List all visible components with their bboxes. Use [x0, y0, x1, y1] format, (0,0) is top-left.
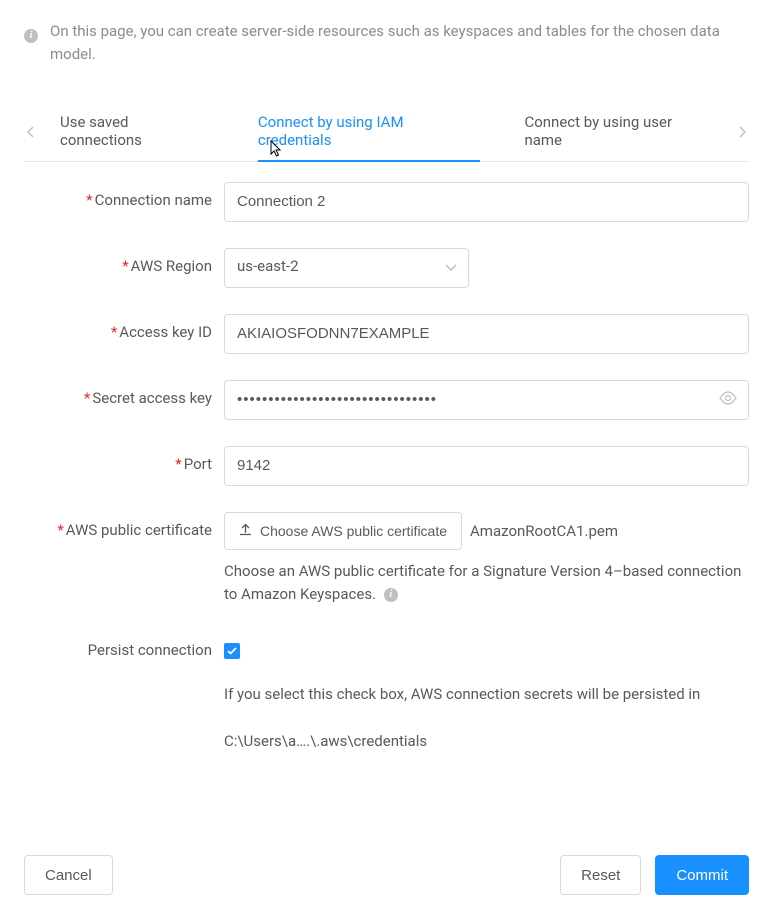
label-port: *Port [24, 446, 212, 473]
tabs-next-icon[interactable] [735, 112, 749, 152]
tabs: Use saved connections Connect by using I… [24, 103, 749, 162]
row-port: *Port [24, 446, 749, 486]
choose-certificate-button[interactable]: Choose AWS public certificate [224, 512, 462, 550]
page-info: i On this page, you can create server-si… [24, 20, 749, 67]
certificate-filename: AmazonRootCA1.pem [470, 522, 618, 540]
tabs-prev-icon[interactable] [24, 112, 38, 152]
label-secret-access-key: *Secret access key [24, 380, 212, 407]
access-key-id-input[interactable] [224, 314, 749, 354]
label-aws-public-certificate: *AWS public certificate [24, 512, 212, 539]
page-info-text: On this page, you can create server-side… [50, 20, 749, 67]
row-persist-connection: Persist connection If you select this ch… [24, 632, 749, 754]
secret-access-key-input[interactable] [224, 380, 749, 420]
row-connection-name: *Connection name [24, 182, 749, 222]
label-access-key-id: *Access key ID [24, 314, 212, 341]
connection-name-input[interactable] [224, 182, 749, 222]
reset-button[interactable]: Reset [560, 855, 641, 895]
persist-connection-path: C:\Users\a….\.aws\credentials [224, 730, 749, 753]
port-input[interactable] [224, 446, 749, 486]
upload-icon [239, 523, 252, 539]
persist-connection-helper: If you select this check box, AWS connec… [224, 683, 749, 706]
choose-certificate-label: Choose AWS public certificate [260, 523, 447, 539]
label-persist-connection: Persist connection [24, 632, 212, 659]
commit-button[interactable]: Commit [655, 855, 749, 895]
label-connection-name: *Connection name [24, 182, 212, 209]
aws-region-select[interactable]: us-east-2 [224, 248, 469, 288]
persist-connection-checkbox[interactable] [224, 643, 240, 659]
certificate-helper: Choose an AWS public certificate for a S… [224, 560, 749, 607]
tab-iam-credentials[interactable]: Connect by using IAM credentials [236, 103, 503, 161]
row-secret-access-key: *Secret access key [24, 380, 749, 420]
tab-user-name[interactable]: Connect by using user name [502, 103, 735, 161]
footer: Cancel Reset Commit [24, 855, 749, 895]
info-icon: i [24, 26, 38, 43]
row-aws-public-certificate: *AWS public certificate Choose AWS publi… [24, 512, 749, 607]
row-aws-region: *AWS Region us-east-2 [24, 248, 749, 288]
label-aws-region: *AWS Region [24, 248, 212, 275]
info-icon[interactable]: i [384, 588, 398, 602]
row-access-key-id: *Access key ID [24, 314, 749, 354]
eye-icon[interactable] [719, 391, 737, 409]
cancel-button[interactable]: Cancel [24, 855, 113, 895]
tab-saved-connections[interactable]: Use saved connections [38, 103, 236, 161]
